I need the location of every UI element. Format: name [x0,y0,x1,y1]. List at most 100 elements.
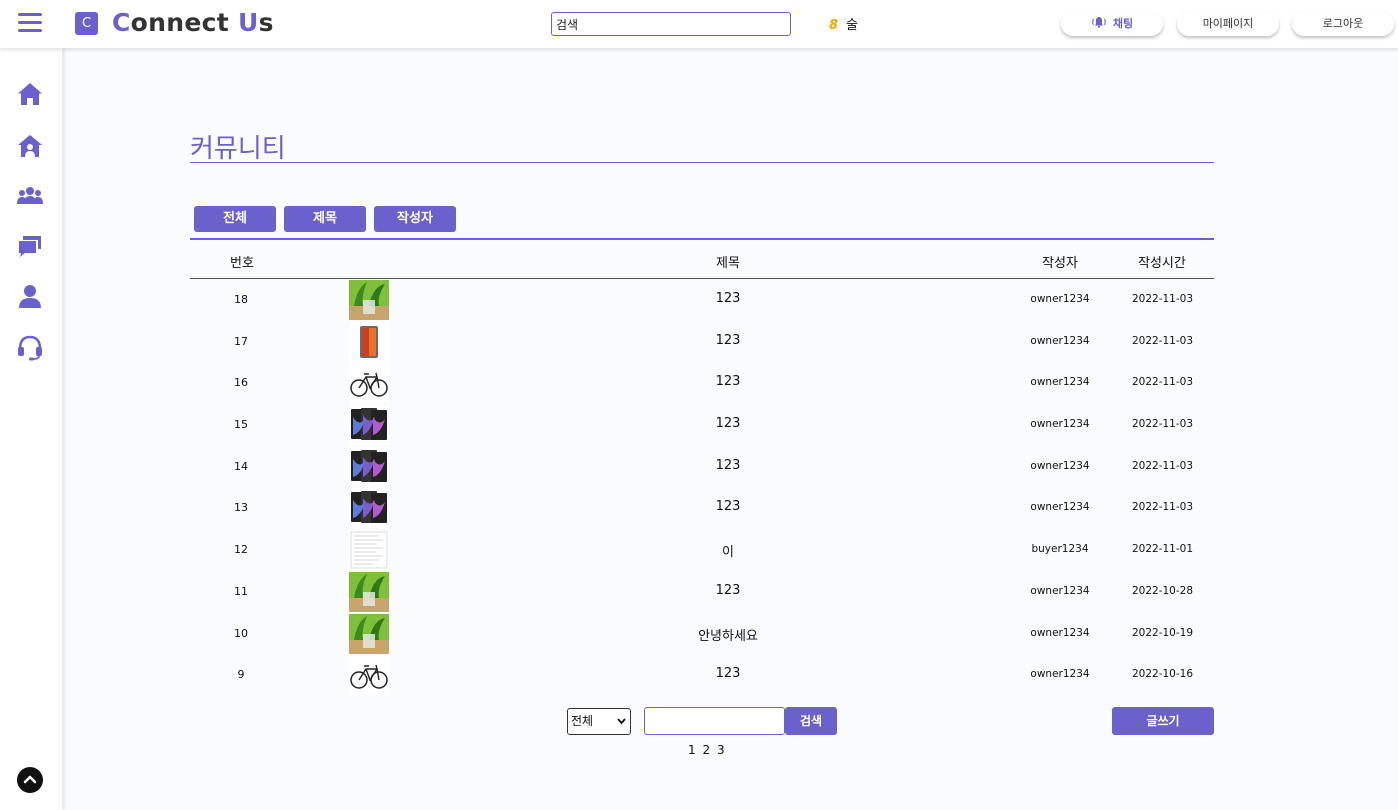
post-author: owner1234 [1030,459,1090,472]
board-search-input[interactable] [644,707,785,735]
sidebar [0,48,62,810]
post-title-link[interactable]: 안녕하세요 [628,625,828,644]
headset-icon[interactable] [16,333,44,361]
post-author: owner1234 [1030,418,1090,431]
header-author: 작성자 [1042,256,1078,271]
post-thumbnail[interactable] [349,530,389,571]
post-date: 2022-10-28 [1131,584,1194,597]
board-table: 번호 제목 작성자 작성시간 18 123 owner1234 2022-11-03 1… [190,238,1214,696]
chevron-up-icon [23,775,37,784]
post-title-link[interactable]: 123 [628,666,828,681]
header-title: 제목 [716,256,740,271]
scroll-top-button[interactable] [17,767,43,793]
post-thumbnail[interactable] [349,613,389,654]
filter-title-button[interactable]: 제목 [284,206,366,232]
table-row[interactable]: 17 123 owner1234 2022-11-03 [190,321,1214,363]
row-number: 12 [234,543,248,557]
post-date: 2022-11-03 [1131,293,1194,305]
table-row[interactable]: 12 이 buyer1234 2022-11-01 [190,529,1214,571]
search-type-value: 전체 [571,714,594,728]
chevron-down-icon [617,718,626,725]
page-link-2[interactable]: 2 [702,743,710,757]
logo-text[interactable]: Connect Us [112,8,274,37]
post-thumbnail[interactable] [349,280,389,320]
table-header: 번호 제목 작성자 작성시간 [190,240,1214,279]
post-date: 2022-11-03 [1131,334,1194,347]
store-icon[interactable] [16,132,44,160]
weather-number: 8 [829,18,839,33]
hamburger-menu-icon[interactable] [18,13,42,33]
post-author: buyer1234 [1031,543,1089,556]
page-title: 커뮤니티 [190,128,1214,164]
post-date: 2022-10-16 [1131,668,1194,681]
filter-all-button[interactable]: 전체 [194,206,276,232]
post-author: owner1234 [1030,626,1090,639]
post-date: 2022-11-03 [1131,376,1194,389]
table-row[interactable]: 18 123 owner1234 2022-11-03 [190,279,1214,321]
chat-button[interactable]: 채팅 [1061,12,1163,36]
row-number: 14 [234,459,248,473]
page-link-1[interactable]: 1 [688,743,696,757]
logo-icon[interactable]: C [75,12,98,35]
post-thumbnail[interactable] [349,321,389,362]
search-button[interactable]: 검색 [785,707,837,735]
table-body: 18 123 owner1234 2022-11-03 17 123 owner1234 20… [190,279,1214,696]
post-author: owner1234 [1030,668,1090,681]
post-title-link[interactable]: 123 [628,583,828,598]
post-title-link[interactable]: 123 [628,374,828,389]
table-row[interactable]: 13 123 owner1234 2022-11-03 [190,487,1214,529]
post-thumbnail[interactable] [349,655,389,696]
post-title-link[interactable]: 123 [628,291,828,306]
post-title-link[interactable]: 123 [628,458,828,473]
post-date: 2022-11-03 [1131,418,1194,431]
row-number: 16 [234,376,248,390]
table-row[interactable]: 9 123 owner1234 2022-10-16 [190,654,1214,696]
table-row[interactable]: 14 123 owner1234 2022-11-03 [190,446,1214,488]
row-number: 15 [234,418,248,432]
user-icon[interactable] [16,282,44,310]
post-author: owner1234 [1030,293,1090,305]
row-number: 11 [234,584,248,598]
chat-label: 채팅 [1112,17,1134,30]
row-number: 10 [234,626,248,640]
bell-icon [1092,17,1106,28]
filter-author-button[interactable]: 작성자 [374,206,456,232]
post-title-link[interactable]: 123 [628,333,828,348]
post-title-link[interactable]: 123 [628,499,828,514]
post-title-link[interactable]: 123 [628,416,828,431]
search-type-select[interactable]: 전체 [567,708,631,735]
header-date: 작성시간 [1138,256,1186,271]
post-author: owner1234 [1030,501,1090,514]
top-bar: C Connect Us 8술 채팅 마이페이지 로그아웃 [0,0,1398,48]
users-icon[interactable] [16,182,44,210]
pagination: 1 2 3 [688,743,728,757]
post-thumbnail[interactable] [349,405,389,446]
post-date: 2022-11-01 [1131,543,1194,556]
weather-text: 술 [846,18,859,33]
header-num: 번호 [230,256,254,271]
post-date: 2022-11-03 [1131,459,1194,472]
post-thumbnail[interactable] [349,571,389,612]
table-row[interactable]: 10 안녕하세요 owner1234 2022-10-19 [190,613,1214,655]
post-date: 2022-11-03 [1131,501,1194,514]
table-row[interactable]: 11 123 owner1234 2022-10-28 [190,571,1214,613]
post-date: 2022-10-19 [1131,626,1194,639]
table-row[interactable]: 15 123 owner1234 2022-11-03 [190,404,1214,446]
logout-button[interactable]: 로그아웃 [1292,12,1394,36]
mypage-button[interactable]: 마이페이지 [1177,12,1279,36]
post-title-link[interactable]: 이 [628,541,828,560]
post-thumbnail[interactable] [349,363,389,404]
post-thumbnail[interactable] [349,446,389,487]
page-link-3[interactable]: 3 [717,743,725,757]
home-icon[interactable] [16,80,44,108]
write-button[interactable]: 글쓰기 [1112,707,1214,735]
post-thumbnail[interactable] [349,488,389,529]
post-author: owner1234 [1030,584,1090,597]
table-row[interactable]: 16 123 owner1234 2022-11-03 [190,362,1214,404]
search-input[interactable] [551,12,791,36]
row-number: 13 [234,501,248,515]
chat-icon[interactable] [16,232,44,260]
row-number: 17 [234,334,248,348]
post-author: owner1234 [1030,334,1090,347]
row-number: 18 [234,293,248,306]
